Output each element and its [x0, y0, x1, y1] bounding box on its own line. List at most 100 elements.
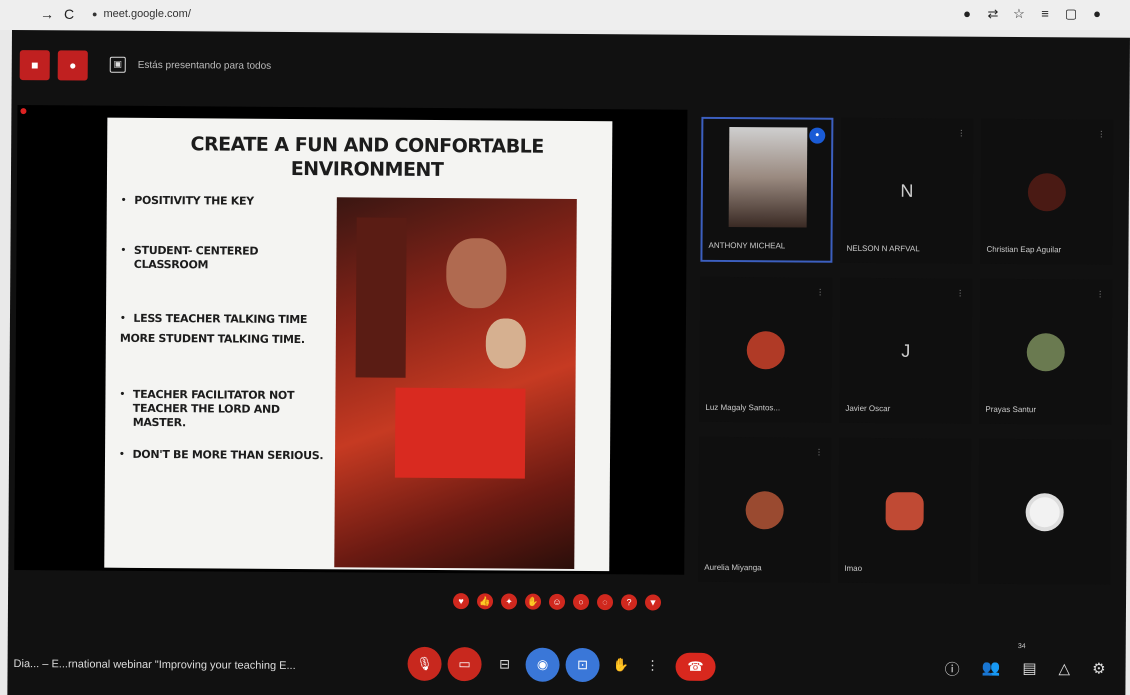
bullet-item: • DON'T BE MORE THAN SERIOUS.	[119, 448, 329, 463]
browser-extensions: ● ⇄ ☆ ≡ ▢ ●	[960, 6, 1104, 22]
participant-tile[interactable]: ⋮ Christian Eap Aguilar	[980, 118, 1114, 265]
extension-icon[interactable]: ≡	[1038, 6, 1052, 22]
bullet-item: • TEACHER FACILITATOR NOT TEACHER THE LO…	[119, 388, 329, 431]
participant-name: ANTHONY MICHEAL	[708, 240, 786, 251]
bullet-text: TEACHER FACILITATOR NOT TEACHER THE LORD…	[132, 387, 295, 430]
bullet-text: LESS TEACHER TALKING TIME	[133, 311, 308, 327]
speaking-icon: ●	[809, 127, 826, 144]
bullet-text: POSITIVITY THE KEY	[134, 193, 254, 208]
reactions-bar: ♥ 👍 ✦ ✋ ☺ ○ ◌ ? ▼	[452, 593, 662, 611]
record-button[interactable]: ●	[57, 50, 88, 81]
slide-title-line-1: CREATE A FUN AND CONFORTABLE	[190, 133, 544, 158]
participant-tile[interactable]	[978, 438, 1112, 585]
photo-shape	[355, 217, 407, 378]
effects-button[interactable]: ◉	[525, 647, 560, 682]
leave-call-button[interactable]: ☎	[675, 652, 716, 681]
camera-off-button[interactable]: ▭	[447, 647, 482, 682]
bullet-icon: •	[120, 195, 127, 206]
participant-name	[984, 574, 1108, 575]
heart-icon[interactable]: ♥	[452, 593, 470, 610]
mic-off-button[interactable]: 🎙	[407, 646, 442, 682]
bullet-icon: •	[119, 449, 125, 460]
participant-initial: N	[900, 180, 914, 201]
bullet-icon: •	[119, 313, 126, 324]
thumbs-up-icon[interactable]: 👍	[476, 593, 494, 610]
address-bar[interactable]: ● meet.google.com/	[92, 8, 191, 20]
participant-count: 34	[1017, 643, 1026, 651]
slide-title-line-2: ENVIRONMENT	[290, 157, 444, 182]
presentation-bar: ■ ● ▣ Estás presentando para todos	[12, 30, 1130, 108]
participant-tile[interactable]: Imao	[838, 437, 972, 584]
party-icon[interactable]: ✦	[500, 593, 518, 610]
participant-tile[interactable]: ⋮ Luz Magaly Santos...	[699, 276, 833, 423]
participant-name: Imao	[844, 563, 863, 573]
participant-avatar	[1027, 172, 1067, 211]
mic-off-icon: ⋮	[815, 447, 824, 457]
more-options-button[interactable]: ⋮	[635, 648, 669, 682]
participant-name: NELSON N ARFVAL	[846, 243, 920, 254]
slide: CREATE A FUN AND CONFORTABLE ENVIRONMENT…	[104, 117, 613, 572]
laugh-icon[interactable]: ☺	[548, 593, 566, 610]
participant-tile[interactable]: ● ANTHONY MICHEAL	[700, 116, 834, 263]
mic-off-icon: ⋮	[957, 128, 966, 138]
thinking-icon[interactable]: ?	[620, 594, 638, 611]
bullet-icon: •	[120, 245, 126, 256]
slide-text-line: MORE STUDENT TALKING TIME.	[119, 331, 305, 347]
forward-icon[interactable]: →	[40, 6, 54, 22]
bullet-text: DON'T BE MORE THAN SERIOUS.	[132, 447, 324, 463]
chat-icon[interactable]: ▤	[1022, 659, 1036, 680]
participant-avatar	[1026, 332, 1065, 371]
bullet-item: • POSITIVITY THE KEY	[121, 194, 331, 209]
participant-avatar	[885, 491, 924, 530]
mic-off-icon: ⋮	[1096, 289, 1105, 299]
participant-tile[interactable]: ⋮ Aurelia Miyanga	[698, 436, 832, 583]
tab-icon[interactable]: ▢	[1064, 6, 1078, 22]
slide-photo	[334, 197, 577, 569]
url-text: meet.google.com/	[103, 8, 191, 20]
cry-icon[interactable]: ◌	[596, 594, 614, 611]
participant-initial: J	[901, 340, 911, 361]
clap-icon[interactable]: ✋	[524, 593, 542, 610]
surprise-icon[interactable]: ○	[572, 593, 590, 611]
participant-video	[728, 127, 808, 228]
participant-tile[interactable]: ⋮ J Javier Oscar	[839, 277, 973, 424]
participant-name: Javier Oscar	[845, 403, 891, 414]
photo-shape	[446, 238, 507, 309]
present-button[interactable]: ⊡	[565, 647, 600, 683]
participant-name: Aurelia Miyanga	[704, 562, 762, 573]
thumbs-down-icon[interactable]: ▼	[644, 594, 662, 611]
presentation-area: CREATE A FUN AND CONFORTABLE ENVIRONMENT…	[14, 105, 688, 575]
browser-toolbar: → C ● meet.google.com/ ● ⇄ ☆ ≡ ▢ ●	[0, 0, 1130, 30]
profile-icon[interactable]: ●	[1090, 6, 1104, 22]
presenting-label: Estás presentando para todos	[137, 59, 272, 72]
photo-shape	[394, 387, 526, 479]
record-icon[interactable]: ●	[960, 6, 974, 22]
bullet-item: • STUDENT- CENTERED CLASSROOM	[120, 244, 330, 273]
side-panel-icons: ⓘ 👥 ▤ △ ⚙	[945, 659, 1106, 681]
activities-icon[interactable]: △	[1058, 659, 1071, 680]
participant-avatar	[1025, 492, 1064, 531]
raise-hand-button[interactable]: ✋	[603, 648, 637, 682]
slide-bullets: • POSITIVITY THE KEY • STUDENT- CENTERED…	[119, 188, 323, 462]
mic-off-icon: ⋮	[816, 287, 825, 297]
bullet-icon: •	[119, 389, 125, 400]
lock-icon: ●	[92, 9, 98, 19]
captions-button[interactable]: ⊟	[487, 647, 521, 681]
stop-presenting-button[interactable]: ■	[19, 50, 50, 81]
info-icon[interactable]: ⓘ	[945, 659, 960, 680]
mic-off-icon: ⋮	[956, 288, 965, 298]
photo-shape	[485, 318, 526, 369]
star-icon[interactable]: ☆	[1012, 6, 1026, 22]
people-icon[interactable]: 👥	[982, 659, 1001, 680]
participant-grid: ● ANTHONY MICHEAL ⋮ N NELSON N ARFVAL ⋮ …	[698, 116, 1119, 590]
translate-icon[interactable]: ⇄	[986, 6, 1000, 22]
slide-title: CREATE A FUN AND CONFORTABLE ENVIRONMENT	[167, 132, 567, 183]
host-controls-icon[interactable]: ⚙	[1092, 660, 1106, 681]
participant-name: Prayas Santur	[985, 404, 1037, 415]
bullet-text: STUDENT- CENTERED CLASSROOM	[133, 243, 259, 272]
participant-tile[interactable]: ⋮ N NELSON N ARFVAL	[840, 117, 974, 264]
participant-tile[interactable]: ⋮ Prayas Santur	[979, 278, 1113, 425]
reload-icon[interactable]: C	[64, 6, 74, 22]
present-icon: ▣	[109, 56, 126, 73]
bottom-bar: Dia... – E...rnational webinar "Improvin…	[7, 628, 1125, 695]
